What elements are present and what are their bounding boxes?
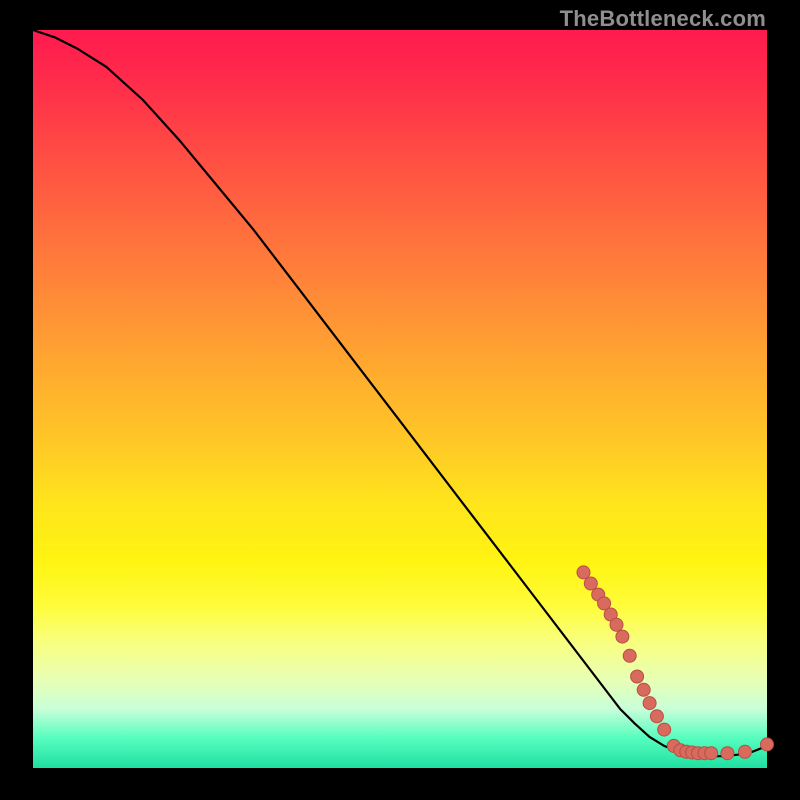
chart-frame — [33, 30, 767, 768]
curve-marker — [761, 738, 774, 751]
curve-markers — [577, 566, 774, 760]
chart-svg — [33, 30, 767, 768]
curve-marker — [623, 649, 636, 662]
curve-marker — [721, 747, 734, 760]
curve-marker — [584, 577, 597, 590]
curve-marker — [577, 566, 590, 579]
curve-marker — [650, 710, 663, 723]
curve-marker — [739, 745, 752, 758]
curve-marker — [658, 723, 671, 736]
curve-marker — [705, 747, 718, 760]
bottleneck-curve — [33, 30, 767, 756]
curve-marker — [610, 618, 623, 631]
curve-marker — [631, 670, 644, 683]
curve-marker — [637, 683, 650, 696]
watermark-text: TheBottleneck.com — [560, 6, 766, 32]
curve-marker — [643, 697, 656, 710]
curve-marker — [616, 630, 629, 643]
